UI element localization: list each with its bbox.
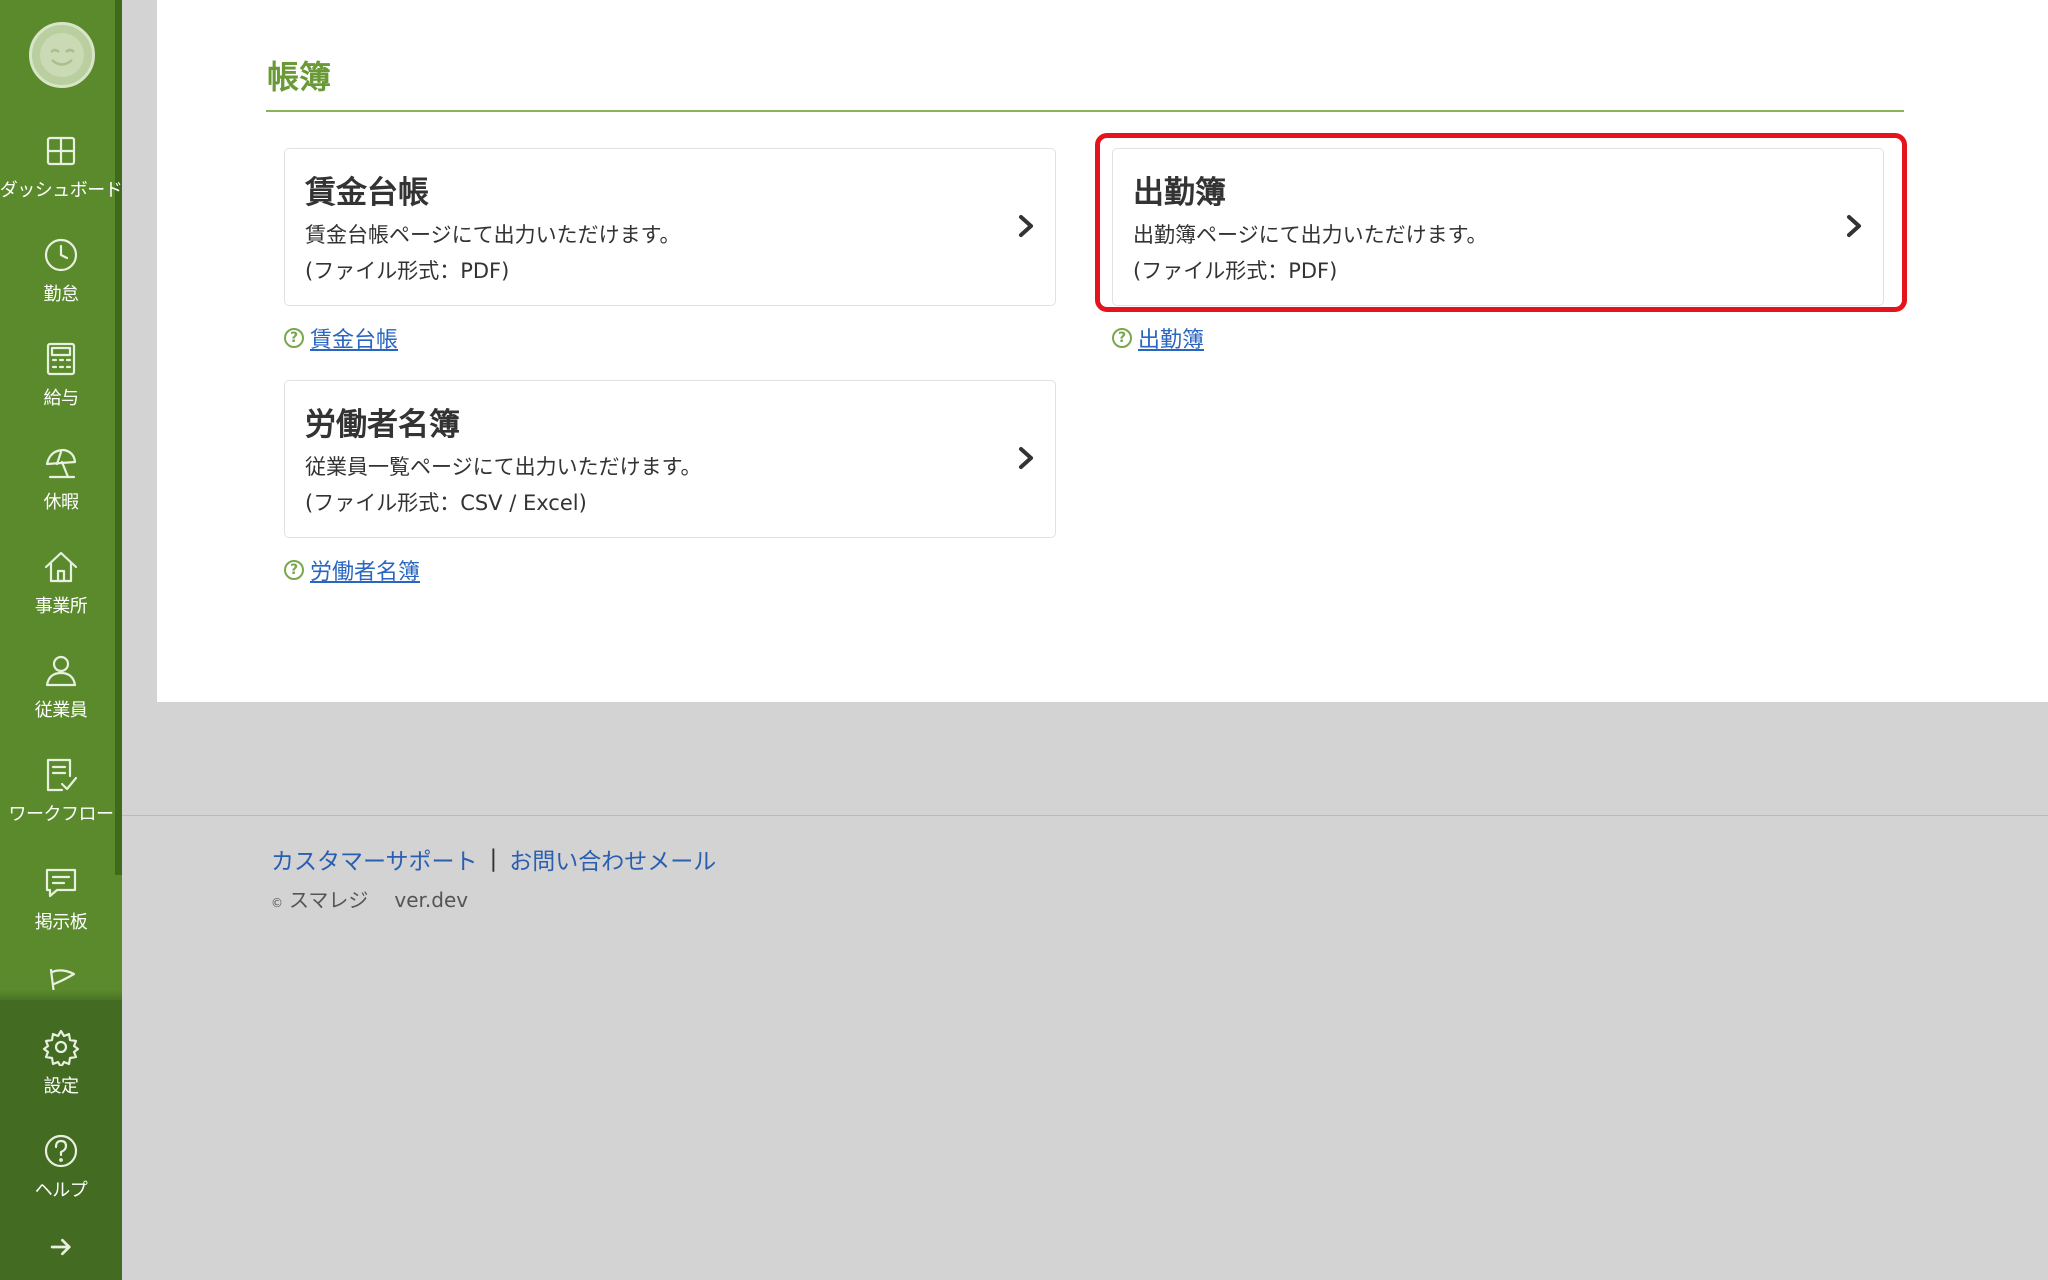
sidebar-item-label: 設定 bbox=[43, 1076, 80, 1097]
sidebar-item-label: ワークフロー bbox=[8, 804, 115, 825]
sidebar-item-settings[interactable]: 設定 bbox=[0, 1028, 122, 1124]
copyright-mark: © bbox=[271, 896, 283, 910]
parasol-icon bbox=[42, 444, 80, 482]
page-title: 帳簿 bbox=[267, 58, 332, 96]
customer-support-link[interactable]: カスタマーサポート bbox=[271, 842, 478, 876]
card-description: 従業員一覧ページにて出力いただけます。 bbox=[305, 455, 702, 479]
card-file-format: (ファイル形式：PDF) bbox=[305, 259, 510, 283]
footer-divider bbox=[122, 815, 2048, 816]
sidebar-item-label: 掲示板 bbox=[34, 912, 88, 933]
help-link-wage-ledger[interactable]: ? 賃金台帳 bbox=[284, 322, 398, 354]
dashboard-icon bbox=[42, 132, 80, 170]
copyright: © スマレジ ver.dev bbox=[271, 884, 468, 913]
card-wage-ledger[interactable]: 賃金台帳 賃金台帳ページにて出力いただけます。 (ファイル形式：PDF) bbox=[284, 148, 1056, 306]
footer-links: カスタマーサポート | お問い合わせメール bbox=[271, 842, 716, 876]
home-icon bbox=[42, 548, 80, 586]
sidebar-item-label: 休暇 bbox=[43, 492, 80, 513]
sidebar-item-office[interactable]: 事業所 bbox=[0, 548, 122, 644]
calculator-icon bbox=[42, 340, 80, 378]
help-link-worker-registry[interactable]: ? 労働者名簿 bbox=[284, 554, 420, 586]
footer-separator: | bbox=[489, 846, 498, 872]
card-file-format: (ファイル形式：CSV / Excel) bbox=[305, 491, 587, 515]
clock-icon bbox=[42, 236, 80, 274]
help-icon bbox=[42, 1132, 80, 1170]
highlight-box bbox=[1095, 133, 1907, 312]
sidebar-item-leave[interactable]: 休暇 bbox=[0, 444, 122, 540]
chevron-right-icon bbox=[1015, 445, 1037, 471]
card-title: 賃金台帳 bbox=[305, 175, 429, 211]
chevron-right-icon bbox=[1015, 213, 1037, 239]
sidebar-item-label: 勤怠 bbox=[43, 284, 80, 305]
card-title: 労働者名簿 bbox=[305, 407, 460, 443]
sidebar-item-label: ダッシュボード bbox=[0, 180, 123, 201]
question-icon: ? bbox=[284, 328, 304, 348]
contact-email-link[interactable]: お問い合わせメール bbox=[509, 842, 716, 876]
smiley-avatar-icon bbox=[40, 33, 84, 77]
help-link-text[interactable]: 賃金台帳 bbox=[310, 322, 398, 354]
chat-icon bbox=[42, 864, 80, 902]
title-divider bbox=[266, 110, 1904, 112]
avatar[interactable] bbox=[29, 22, 95, 88]
sidebar-item-payroll[interactable]: 給与 bbox=[0, 340, 122, 436]
sidebar-item-workflow[interactable]: ワークフロー bbox=[0, 756, 122, 852]
checklist-icon bbox=[42, 756, 80, 794]
sidebar-item-employees[interactable]: 従業員 bbox=[0, 652, 122, 748]
gear-icon bbox=[42, 1028, 80, 1069]
sidebar-item-label: 給与 bbox=[43, 388, 80, 409]
person-icon bbox=[42, 652, 80, 690]
arrow-right-icon bbox=[48, 1234, 74, 1260]
sidebar-item-label: 従業員 bbox=[34, 700, 88, 721]
sidebar-item-label: 事業所 bbox=[34, 596, 88, 617]
card-worker-registry[interactable]: 労働者名簿 従業員一覧ページにて出力いただけます。 (ファイル形式：CSV / … bbox=[284, 380, 1056, 538]
sidebar-item-bulletin[interactable]: 掲示板 bbox=[0, 864, 122, 960]
sidebar-item-attendance[interactable]: 勤怠 bbox=[0, 236, 122, 332]
sidebar-item-dashboard[interactable]: ダッシュボード bbox=[0, 132, 123, 228]
question-icon: ? bbox=[1112, 328, 1132, 348]
content-panel bbox=[157, 0, 2048, 702]
sidebar-item-help[interactable]: ヘルプ bbox=[0, 1132, 122, 1228]
brand-name: スマレジ bbox=[289, 888, 369, 912]
help-link-text[interactable]: 労働者名簿 bbox=[310, 554, 420, 586]
sidebar-item-label: ヘルプ bbox=[34, 1180, 88, 1201]
sidebar-expand-button[interactable] bbox=[0, 1234, 122, 1270]
card-description: 賃金台帳ページにて出力いただけます。 bbox=[305, 223, 681, 247]
help-link-text[interactable]: 出勤簿 bbox=[1138, 322, 1204, 354]
version-label: ver.dev bbox=[394, 888, 469, 912]
help-link-attendance-book[interactable]: ? 出勤簿 bbox=[1112, 322, 1204, 354]
sidebar: ダッシュボード 勤怠 給与 休暇 事業所 従業員 ワークフロー 掲示板 設定 ヘ… bbox=[0, 0, 123, 1280]
question-icon: ? bbox=[284, 560, 304, 580]
